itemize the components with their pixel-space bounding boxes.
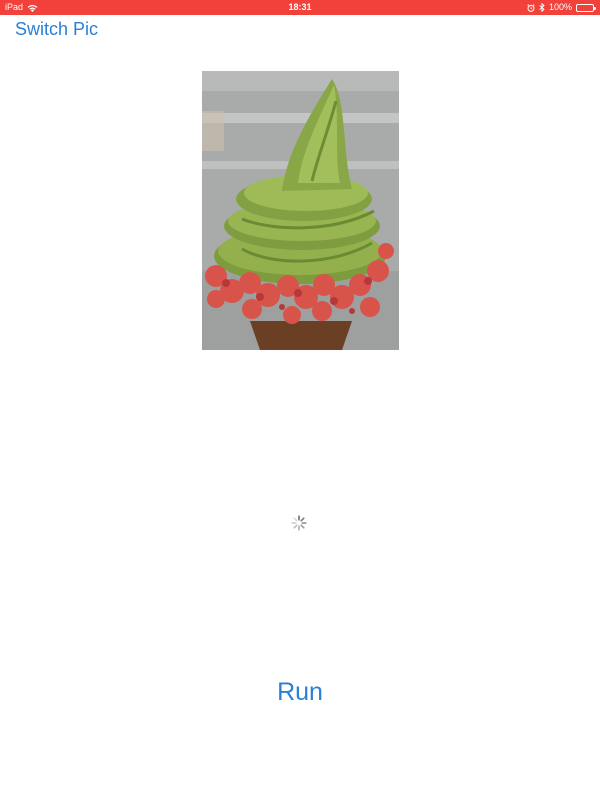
status-time: 18:31 [288,2,312,12]
loading-spinner-icon [291,515,307,531]
run-button[interactable]: Run [260,678,340,707]
battery-icon [576,3,596,12]
app-screen: iPad 18:31 100% Switch Pic Run [0,0,600,800]
ice-cream-image [202,71,399,350]
status-right: 100% [527,0,596,15]
status-bar: iPad 18:31 100% [0,0,600,15]
switch-pic-button[interactable]: Switch Pic [15,19,98,40]
alarm-icon [527,3,535,12]
battery-percent: 100% [548,2,572,12]
bluetooth-icon [539,3,545,12]
